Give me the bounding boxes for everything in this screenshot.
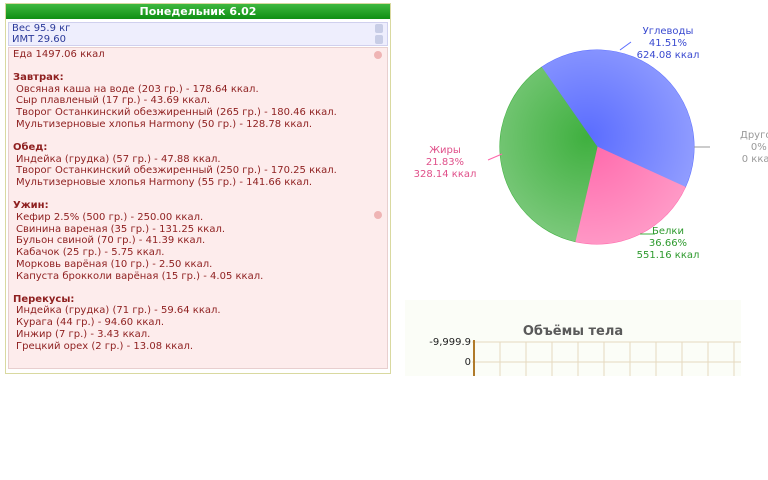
day-header[interactable]: Понедельник 6.02: [6, 4, 390, 19]
pie-shade: [500, 50, 694, 244]
food-item[interactable]: Бульон свиной (70 гр.) - 41.39 ккал.: [13, 235, 387, 247]
y-tick-label: 0: [464, 357, 471, 368]
meal-title: Перекусы:: [13, 293, 75, 305]
pie-label-percent: 0%: [750, 142, 767, 153]
pie-label-value-label: 328.14 ккал: [413, 169, 477, 180]
food-item[interactable]: Капуста брокколи варёная (15 гр.) - 4.05…: [13, 271, 387, 283]
pie-label: Жиры 21.83% 328.14 ккал: [414, 145, 477, 181]
pie-label-percent: 36.66%: [648, 238, 688, 249]
pie-leader-line: [487, 153, 503, 161]
food-item[interactable]: Индейка (грудка) (71 гр.) - 59.64 ккал.: [13, 305, 387, 317]
pie-label-name: Жиры: [429, 145, 461, 156]
pie-label-name: Другое: [740, 130, 768, 141]
food-item[interactable]: Мультизерновые хлопья Harmony (55 гр.) -…: [13, 177, 387, 189]
food-item[interactable]: Творог Останкинский обезжиренный (250 гр…: [13, 165, 387, 177]
volume-grid: [472, 340, 741, 376]
y-tick-label: -9,999.9: [429, 337, 471, 348]
food-item[interactable]: Мультизерновые хлопья Harmony (50 гр.) -…: [13, 119, 387, 131]
food-item[interactable]: Свинина вареная (35 гр.) - 131.25 ккал.: [13, 224, 387, 236]
pie-label-value-label: 624.08 ккал: [636, 50, 700, 61]
food-item[interactable]: Индейка (грудка) (57 гр.) - 47.88 ккал.: [13, 154, 387, 166]
food-item[interactable]: Курага (44 гр.) - 94.60 ккал.: [13, 317, 387, 329]
body-volume-chart: Объёмы тела -9,999.9 0: [405, 300, 741, 376]
pie-label: Другое0%0 ккал: [740, 130, 768, 166]
bmi-edit-icon[interactable]: [375, 35, 383, 44]
weight-value: Вес 95.9 кг: [12, 23, 71, 34]
food-item[interactable]: Овсяная каша на воде (203 гр.) - 178.64 …: [13, 84, 387, 96]
pie-label-value-label: 0 ккал: [741, 154, 768, 165]
pie-label-name: Углеводы: [642, 26, 694, 37]
food-total: Еда 1497.06 ккал: [13, 49, 105, 60]
meal-title: Обед:: [13, 141, 48, 153]
pie-label-name: Белки: [652, 226, 684, 237]
food-item[interactable]: Сыр плавленый (17 гр.) - 43.69 ккал.: [13, 95, 387, 107]
food-item[interactable]: Грецкий орех (2 гр.) - 13.08 ккал.: [13, 341, 387, 353]
pie-label-percent: 21.83%: [425, 157, 465, 168]
meal-title: Ужин:: [13, 199, 49, 211]
pie-label-percent: 41.51%: [648, 38, 688, 49]
macronutrient-pie-chart: Углеводы 41.51% 624.08 ккал Жиры 21.83% 328.1…: [400, 20, 768, 280]
food-item[interactable]: Творог Останкинский обезжиренный (265 гр…: [13, 107, 387, 119]
meal-title: Завтрак:: [13, 71, 64, 83]
apple-icon[interactable]: [374, 51, 382, 59]
pie-leader-line: [619, 41, 632, 51]
diary-panel: Понедельник 6.02 Вес 95.9 кг ИМТ 29.60 Е…: [5, 3, 391, 374]
pie-label: Углеводы 41.51% 624.08 ккал: [637, 26, 700, 62]
weight-edit-icon[interactable]: [375, 24, 383, 33]
food-item[interactable]: Морковь варёная (10 гр.) - 2.50 ккал.: [13, 259, 387, 271]
food-log: Еда 1497.06 ккал Завтрак: Овсяная каша на…: [8, 47, 388, 369]
pie-label-value-label: 551.16 ккал: [636, 250, 700, 261]
meals-list: Завтрак: Овсяная каша на воде (203 гр.) -…: [13, 72, 387, 353]
apple-icon[interactable]: [374, 211, 382, 219]
bmi-value: ИМТ 29.60: [12, 34, 67, 45]
body-stats: Вес 95.9 кг ИМТ 29.60: [8, 22, 388, 46]
food-item[interactable]: Кефир 2.5% (500 гр.) - 250.00 ккал.: [13, 212, 387, 224]
food-item[interactable]: Кабачок (25 гр.) - 5.75 ккал.: [13, 247, 387, 259]
pie-label: Белки 36.66% 551.16 ккал: [637, 226, 700, 262]
food-item[interactable]: Инжир (7 гр.) - 3.43 ккал.: [13, 329, 387, 341]
